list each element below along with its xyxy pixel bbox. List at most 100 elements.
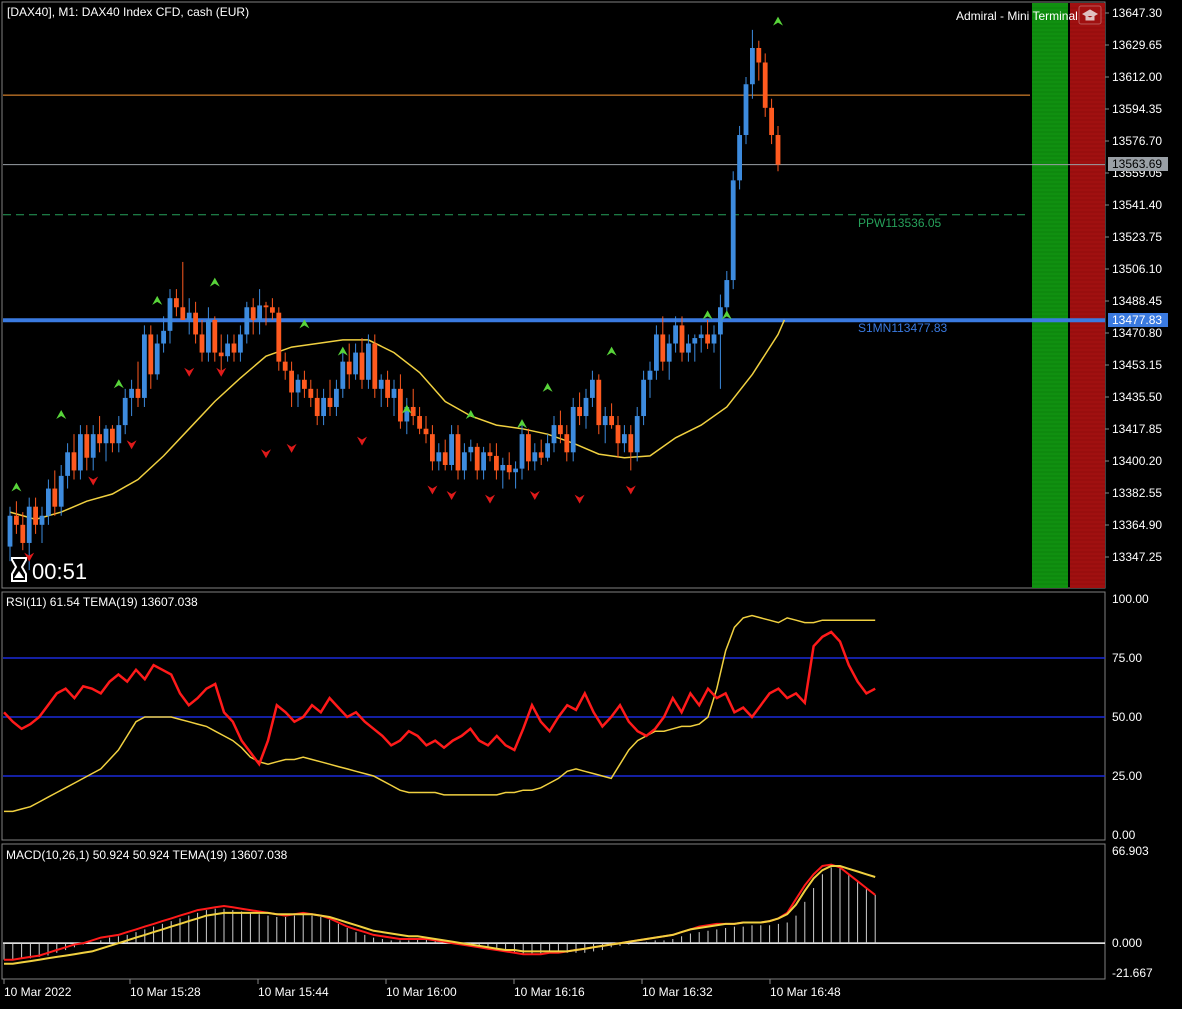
s1mn-level-label: S1MN113477.83	[858, 321, 948, 335]
candle-body	[327, 397, 333, 407]
candle-body	[679, 325, 685, 353]
candle-body	[487, 452, 493, 456]
candle-body	[353, 352, 358, 375]
candle-body	[46, 488, 51, 516]
candle-body	[622, 434, 627, 444]
candle-body	[218, 352, 224, 357]
time-tick-label: 10 Mar 16:00	[386, 985, 457, 999]
candle-body	[359, 352, 365, 380]
candle-body	[122, 397, 128, 426]
candle-body	[590, 379, 595, 398]
candle-body	[186, 312, 192, 320]
s1mn-price-tag-text: 13477.83	[1112, 313, 1162, 327]
candle-body	[52, 488, 58, 507]
macd-tick-label: 0.000	[1112, 936, 1142, 950]
candle-body	[545, 443, 550, 458]
candle-body	[711, 334, 717, 344]
macd-indicator-label: MACD(10,26,1) 50.924 50.924 TEMA(19) 136…	[6, 848, 288, 862]
candle-body	[26, 506, 32, 543]
candle-body	[270, 307, 275, 313]
rsi-indicator-label: RSI(11) 61.54 TEMA(19) 13607.038	[6, 595, 198, 609]
symbol-info: [DAX40], M1: DAX40 Index CFD, cash (EUR)	[7, 5, 249, 19]
candle-body	[526, 434, 531, 462]
candle-body	[532, 452, 538, 462]
candle-body	[167, 298, 173, 331]
candle-body	[250, 307, 256, 320]
candle-body	[756, 47, 762, 63]
time-tick-label: 10 Mar 16:16	[514, 985, 585, 999]
candle-body	[615, 425, 621, 444]
candle-body	[660, 334, 666, 362]
macd-tick-label: 66.903	[1112, 844, 1149, 858]
candle-body	[410, 406, 416, 417]
candle-body	[84, 434, 90, 458]
candle-body	[500, 464, 506, 471]
price-tick-label: 13541.40	[1112, 198, 1162, 212]
candle-body	[366, 343, 371, 380]
candle-body	[506, 464, 512, 473]
candle-body	[666, 343, 672, 362]
candle-body	[724, 280, 730, 308]
price-tick-label: 13594.35	[1112, 102, 1162, 116]
candle-body	[97, 434, 102, 444]
candle-body	[391, 388, 397, 398]
time-tick-label: 10 Mar 15:28	[130, 985, 201, 999]
rsi-tick-label: 25.00	[1112, 769, 1142, 783]
candle-body	[378, 379, 384, 389]
candle-body	[225, 343, 230, 357]
candle-body	[462, 452, 467, 471]
candle-body	[474, 446, 480, 471]
candle-body	[686, 343, 691, 353]
candle-body	[257, 305, 262, 320]
candle-body	[238, 334, 243, 353]
candle-body	[743, 84, 749, 136]
candle-body	[455, 434, 461, 471]
candle-body	[602, 416, 608, 426]
candle-body	[372, 343, 378, 389]
price-tick-label: 13488.45	[1112, 294, 1162, 308]
candle-body	[193, 312, 198, 335]
price-tick-label: 13576.70	[1112, 134, 1162, 148]
countdown-timer: 00:51	[32, 559, 87, 584]
candle-body	[673, 325, 678, 344]
candle-body	[730, 180, 736, 281]
price-tick-label: 13347.25	[1112, 550, 1162, 564]
candle-body	[142, 334, 147, 398]
price-tick-label: 13470.80	[1112, 326, 1162, 340]
candle-body	[263, 305, 269, 308]
price-tick-label: 13523.75	[1112, 230, 1162, 244]
chart-canvas[interactable]: 13647.30 13629.65 13612.00 13594.35 13576.70…	[0, 0, 1182, 1004]
trading-chart[interactable]: 13647.30 13629.65 13612.00 13594.35 13576.70…	[0, 0, 1182, 1004]
candle-body	[110, 428, 115, 444]
price-tick-label: 13435.50	[1112, 390, 1162, 404]
candle-body	[762, 62, 768, 108]
candle-body	[698, 334, 704, 339]
price-tick-label: 13453.15	[1112, 358, 1162, 372]
mini-terminal-label[interactable]: Admiral - Mini Terminal	[956, 9, 1078, 23]
candle-body	[654, 334, 659, 371]
candle-body	[596, 379, 602, 426]
candle-body	[519, 434, 525, 469]
time-tick-label: 10 Mar 16:48	[770, 985, 841, 999]
candle-body	[609, 416, 614, 426]
candle-body	[199, 334, 205, 353]
candle-body	[385, 379, 390, 398]
candle-body	[340, 361, 346, 389]
candle-body	[564, 434, 570, 453]
price-tick-label: 13629.65	[1112, 38, 1162, 52]
candle-body	[180, 307, 186, 320]
candle-body	[718, 307, 723, 335]
candle-body	[558, 425, 563, 435]
candle-body	[647, 370, 653, 380]
candle-body	[769, 107, 774, 136]
candle-body	[513, 468, 518, 473]
candle-body	[449, 434, 454, 465]
candle-body	[154, 343, 160, 375]
candle-body	[551, 425, 557, 444]
candle-body	[750, 47, 755, 85]
candle-body	[295, 379, 301, 393]
candle-body	[276, 312, 282, 362]
price-tick-label: 13382.55	[1112, 486, 1162, 500]
rsi-tick-label: 100.00	[1112, 592, 1149, 606]
graduation-cap-icon[interactable]	[1078, 5, 1102, 25]
